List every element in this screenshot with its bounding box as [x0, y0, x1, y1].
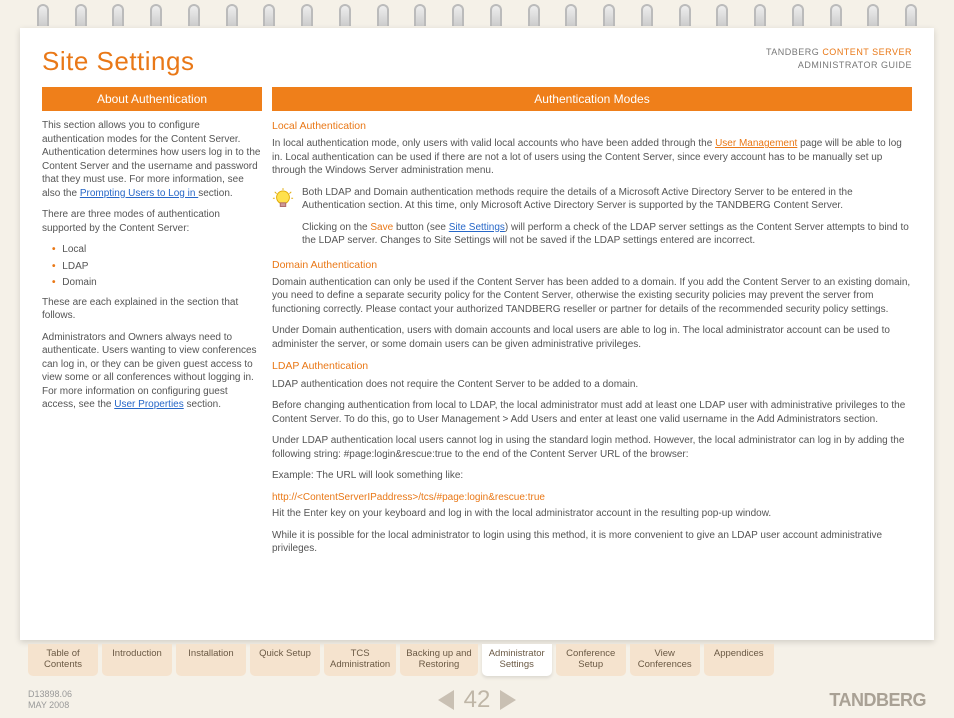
right-column-body: Local Authentication In local authentica… [272, 119, 912, 556]
note-block: Both LDAP and Domain authentication meth… [272, 186, 912, 248]
save-word: Save [370, 222, 393, 233]
page-nav: 42 [28, 686, 926, 714]
doc-date: MAY 2008 [28, 700, 72, 712]
list-item: LDAP [52, 260, 262, 274]
user-properties-link[interactable]: User Properties [114, 399, 183, 410]
tab-7[interactable]: Conference Setup [556, 644, 626, 676]
prev-page-button[interactable] [438, 690, 454, 710]
tab-1[interactable]: Introduction [102, 644, 172, 676]
prompting-users-link[interactable]: Prompting Users to Log in [80, 188, 198, 199]
ldap-url-example: http://<ContentServerIPaddress>/tcs/#pag… [272, 491, 912, 505]
bottom-tab-strip: Table of ContentsIntroductionInstallatio… [28, 644, 926, 676]
page-footer: D13898.06 MAY 2008 42 TANDBERG [28, 689, 926, 712]
footer-doc-info: D13898.06 MAY 2008 [28, 689, 72, 712]
left-column-heading: About Authentication [42, 87, 262, 111]
doc-code: D13898.06 [28, 689, 72, 701]
tab-9[interactable]: Appendices [704, 644, 774, 676]
list-item: Local [52, 243, 262, 257]
doc-identity: TANDBERG CONTENT SERVER ADMINISTRATOR GU… [766, 46, 912, 71]
ldap-auth-heading: LDAP Authentication [272, 359, 912, 373]
left-column: About Authentication This section allows… [42, 87, 262, 628]
tab-2[interactable]: Installation [176, 644, 246, 676]
auth-modes-list: Local LDAP Domain [52, 243, 262, 290]
brand-logo: TANDBERG [829, 690, 926, 711]
tab-5[interactable]: Backing up and Restoring [400, 644, 478, 676]
doc-subtitle: ADMINISTRATOR GUIDE [766, 59, 912, 72]
site-settings-link[interactable]: Site Settings [449, 222, 505, 233]
tab-0[interactable]: Table of Contents [28, 644, 98, 676]
list-item: Domain [52, 276, 262, 290]
tab-6[interactable]: Administrator Settings [482, 644, 552, 676]
page-title: Site Settings [42, 46, 194, 77]
content-columns: About Authentication This section allows… [42, 87, 912, 628]
note-text: Both LDAP and Domain authentication meth… [302, 186, 912, 248]
next-page-button[interactable] [500, 690, 516, 710]
brand-prefix: TANDBERG [766, 47, 822, 57]
left-column-body: This section allows you to configure aut… [42, 119, 262, 412]
page-header: Site Settings TANDBERG CONTENT SERVER AD… [42, 46, 912, 77]
page-number: 42 [464, 686, 491, 714]
user-management-link[interactable]: User Management [715, 138, 797, 149]
tab-8[interactable]: View Conferences [630, 644, 700, 676]
tab-4[interactable]: TCS Administration [324, 644, 396, 676]
right-column-heading: Authentication Modes [272, 87, 912, 111]
lightbulb-icon [272, 188, 294, 214]
domain-auth-heading: Domain Authentication [272, 258, 912, 272]
right-column: Authentication Modes Local Authenticatio… [272, 87, 912, 628]
page-card: Site Settings TANDBERG CONTENT SERVER AD… [20, 28, 934, 640]
local-auth-heading: Local Authentication [272, 119, 912, 133]
brand-suffix: CONTENT SERVER [822, 47, 912, 57]
tab-3[interactable]: Quick Setup [250, 644, 320, 676]
